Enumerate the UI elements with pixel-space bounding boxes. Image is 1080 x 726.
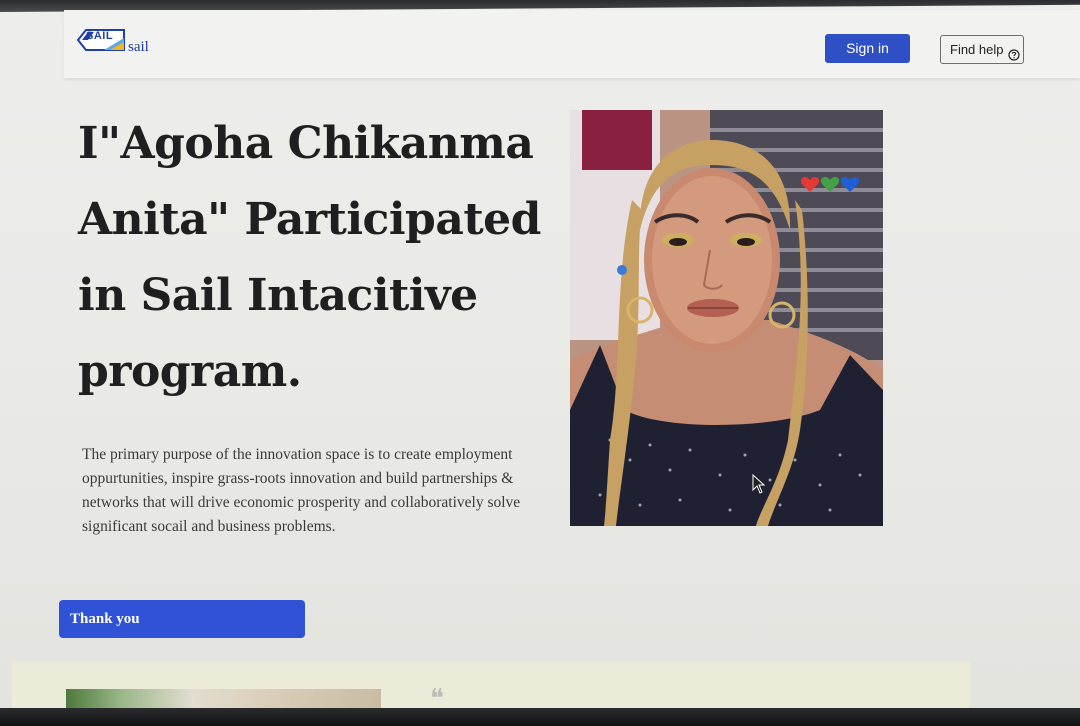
find-help-label: Find help bbox=[950, 42, 1004, 57]
find-help-button[interactable]: Find help bbox=[940, 35, 1024, 64]
question-circle-icon bbox=[1008, 43, 1020, 61]
mouse-pointer-icon bbox=[752, 473, 766, 494]
hero-description: The primary purpose of the innovation sp… bbox=[82, 446, 521, 535]
logo-mark-text: SAIL bbox=[86, 30, 114, 42]
sign-in-button[interactable]: Sign in bbox=[825, 34, 910, 63]
thank-you-button[interactable]: Thank you bbox=[59, 600, 305, 638]
sail-logo-icon: SAIL bbox=[76, 26, 126, 54]
logo-text: sail bbox=[128, 39, 149, 55]
monitor-bezel-bottom bbox=[0, 708, 1080, 726]
site-header: SAIL sail Sign in Find help bbox=[64, 10, 1080, 78]
hero-title: I"Agoha Chikanma Anita" Participated in … bbox=[78, 118, 541, 397]
screen: SAIL sail Sign in Find help I"Agoha Chik… bbox=[0, 0, 1080, 726]
sail-logo[interactable]: SAIL sail bbox=[76, 26, 156, 58]
portrait-photo bbox=[570, 110, 883, 526]
